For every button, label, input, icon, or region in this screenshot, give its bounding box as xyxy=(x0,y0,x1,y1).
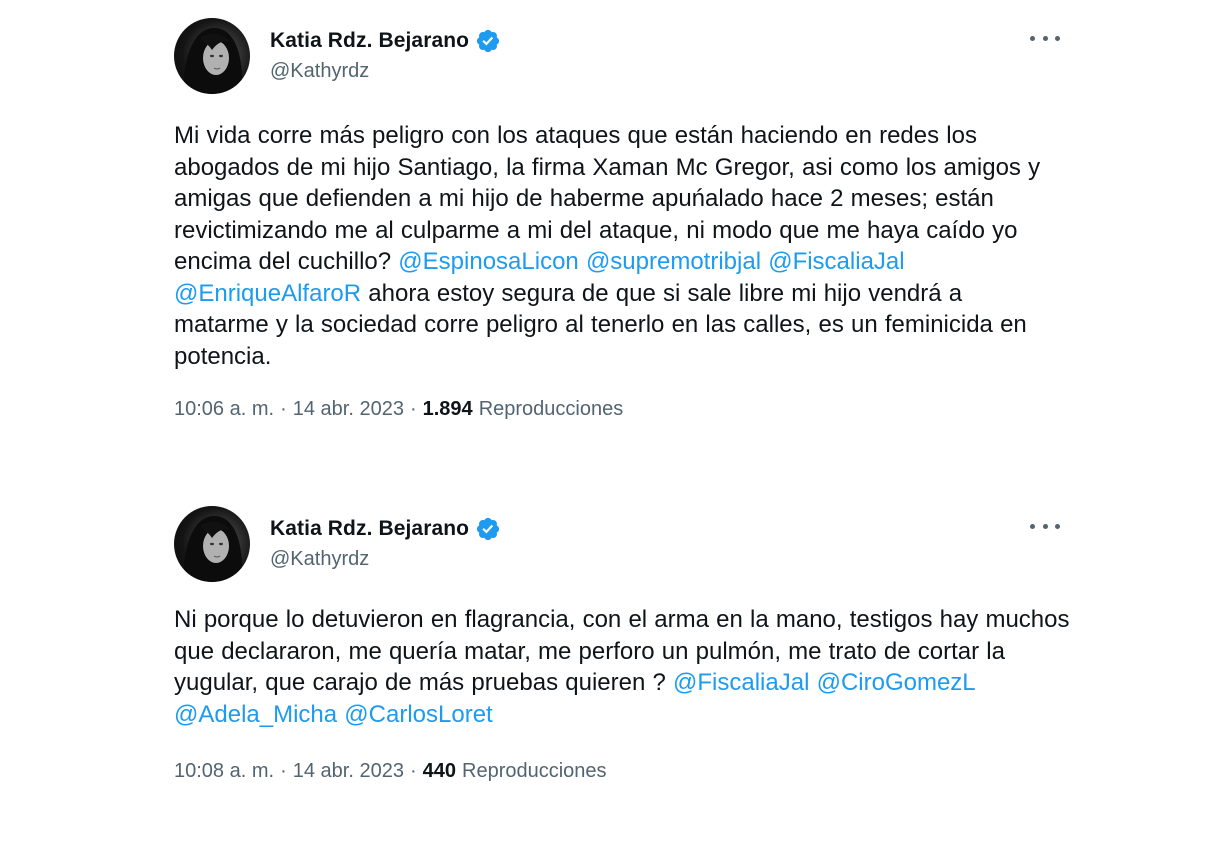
more-options-icon[interactable] xyxy=(1030,516,1060,536)
tweet-time[interactable]: 10:06 a. m. xyxy=(174,398,274,421)
verified-badge-icon xyxy=(475,516,501,542)
separator: · xyxy=(280,398,287,420)
mention-link[interactable]: @CiroGomezL xyxy=(817,669,975,696)
tweet-text: Mi vida corre más peligro con los ataque… xyxy=(174,120,1062,372)
views-label: Reproducciones xyxy=(462,760,607,782)
tweet-text: Ni porque lo detuvieron en flagrancia, c… xyxy=(174,604,1074,730)
mention-link[interactable]: @EnriqueAlfaroR xyxy=(174,280,361,307)
views-label: Reproducciones xyxy=(478,398,624,420)
mention-link[interactable]: @Adela_Micha xyxy=(174,701,337,728)
separator: · xyxy=(280,760,287,782)
mention-link[interactable]: @CarlosLoret xyxy=(344,701,492,728)
tweet-date[interactable]: 14 abr. 2023 xyxy=(293,398,404,421)
views-count: 440 xyxy=(422,760,456,782)
tweet-metadata: 10:06 a. m. · 14 abr. 2023 · 1.894 Repro… xyxy=(174,398,623,421)
avatar[interactable] xyxy=(174,18,250,94)
author-handle[interactable]: @Kathyrdz xyxy=(270,548,369,571)
author-name[interactable]: Katia Rdz. Bejarano xyxy=(270,517,469,541)
author-handle[interactable]: @Kathyrdz xyxy=(270,60,369,83)
mention-link[interactable]: @supremotribjal xyxy=(586,248,761,275)
more-options-icon[interactable] xyxy=(1030,28,1060,48)
separator: · xyxy=(409,760,417,782)
tweet-text-segment xyxy=(579,248,586,275)
mention-link[interactable]: @FiscaliaJal xyxy=(768,248,904,275)
tweet-date[interactable]: 14 abr. 2023 xyxy=(293,760,404,783)
avatar[interactable] xyxy=(174,506,250,582)
tweet-text-segment xyxy=(809,669,816,696)
author-name[interactable]: Katia Rdz. Bejarano xyxy=(270,29,469,53)
mention-link[interactable]: @FiscaliaJal xyxy=(673,669,809,696)
separator: · xyxy=(409,398,417,420)
verified-badge-icon xyxy=(475,28,501,54)
tweet-card[interactable]: Katia Rdz. Bejarano @Kathyrdz Mi vida co… xyxy=(150,0,1090,440)
views-count: 1.894 xyxy=(422,398,473,420)
tweet-time[interactable]: 10:08 a. m. xyxy=(174,760,274,783)
mention-link[interactable]: @EspinosaLicon xyxy=(398,248,578,275)
tweet-metadata: 10:08 a. m. · 14 abr. 2023 · 440 Reprodu… xyxy=(174,760,607,783)
